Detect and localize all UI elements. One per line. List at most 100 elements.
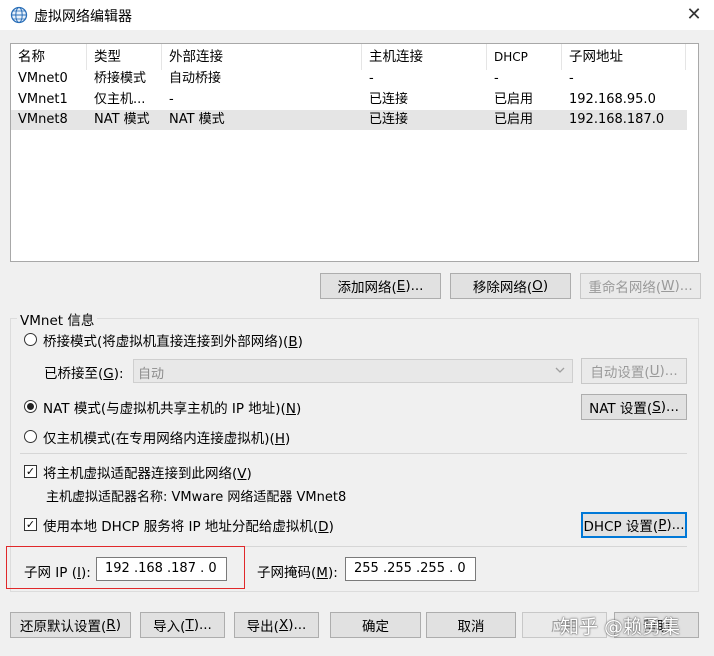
column-header-dhcp[interactable]: DHCP <box>487 44 562 70</box>
use-dhcp-checkbox[interactable]: ✓ <box>24 518 37 531</box>
label-tail: ) <box>328 519 334 535</box>
cell-dhcp: 已启用 <box>494 92 534 107</box>
host-only-radio[interactable] <box>24 430 37 443</box>
column-header-name[interactable]: 名称 <box>11 44 87 70</box>
bridged-to-label: 已桥接至(G): <box>44 362 124 382</box>
button-label-tail: ) <box>542 278 549 294</box>
label-text: 使用本地 DHCP 服务将 IP 地址分配给虚拟机( <box>43 519 319 535</box>
access-key: M <box>316 565 328 581</box>
label-text: 桥接模式(将虚拟机直接连接到外部网络)( <box>43 334 289 350</box>
table-row-selected[interactable]: VMnet8 NAT 模式 NAT 模式 已连接 已启用 192.168.187… <box>11 110 687 130</box>
separator <box>20 453 687 454</box>
add-network-button[interactable]: 添加网络(E)... <box>320 273 441 299</box>
host-only-label[interactable]: 仅主机模式(在专用网络内连接虚拟机)(H) <box>43 427 290 447</box>
button-label: 导出( <box>246 619 279 635</box>
button-label: 重命名网络( <box>588 280 662 296</box>
label-tail: ) <box>297 334 303 350</box>
label-tail: ): <box>113 366 124 382</box>
label-text: 子网掩码( <box>257 565 317 581</box>
use-dhcp-label[interactable]: 使用本地 DHCP 服务将 IP 地址分配给虚拟机(D) <box>43 515 334 535</box>
label-tail: ) <box>246 466 252 482</box>
access-key: N <box>285 401 296 417</box>
import-button[interactable]: 导入(T)... <box>140 612 225 638</box>
cell-type: NAT 模式 <box>94 112 150 127</box>
cancel-button[interactable]: 取消 <box>426 612 516 638</box>
vmnet-info-title: VMnet 信息 <box>17 309 98 329</box>
connect-adapter-label[interactable]: 将主机虚拟适配器连接到此网络(V) <box>43 462 252 482</box>
label-text: NAT 模式(与虚拟机共享主机的 IP 地址)( <box>43 401 286 417</box>
nat-mode-radio[interactable] <box>24 400 37 413</box>
label-tail: ): <box>80 565 91 581</box>
table-row[interactable]: VMnet0 桥接模式 自动桥接 - - - <box>11 69 687 89</box>
button-label: 添加网络( <box>337 280 397 296</box>
cell-name: VMnet0 <box>18 71 68 86</box>
cell-dhcp: 已启用 <box>494 112 534 127</box>
button-label: DHCP 设置( <box>583 519 659 535</box>
restore-defaults-button[interactable]: 还原默认设置(R) <box>10 612 131 638</box>
button-label: 移除网络( <box>472 280 533 296</box>
button-label-tail: )... <box>666 517 685 533</box>
window-title: 虚拟网络编辑器 <box>34 9 132 25</box>
button-label-tail: )... <box>674 278 693 294</box>
cell-name: VMnet8 <box>18 112 68 127</box>
export-button[interactable]: 导出(X)... <box>234 612 319 638</box>
access-key: U <box>649 363 660 379</box>
dhcp-settings-button[interactable]: DHCP 设置(P)... <box>581 512 687 538</box>
column-header-host[interactable]: 主机连接 <box>362 44 487 70</box>
cell-name: VMnet1 <box>18 92 68 107</box>
bridge-mode-label[interactable]: 桥接模式(将虚拟机直接连接到外部网络)(B) <box>43 330 303 350</box>
cell-dhcp: - <box>494 71 499 86</box>
label-text: 仅主机模式(在专用网络内连接虚拟机)( <box>43 431 275 447</box>
access-key: P <box>658 517 667 533</box>
connect-adapter-checkbox[interactable]: ✓ <box>24 465 37 478</box>
nat-mode-label[interactable]: NAT 模式(与虚拟机共享主机的 IP 地址)(N) <box>43 397 301 417</box>
chevron-down-icon <box>554 363 566 381</box>
close-icon[interactable]: ✕ <box>674 0 714 28</box>
nat-settings-button[interactable]: NAT 设置(S)... <box>581 394 687 420</box>
subnet-mask-label: 子网掩码(M): <box>257 561 338 581</box>
access-key: H <box>274 431 285 447</box>
cell-external: NAT 模式 <box>169 112 225 127</box>
bridged-to-select[interactable]: 自动 <box>133 359 573 383</box>
button-label-tail: )... <box>288 617 307 633</box>
cell-external: 自动桥接 <box>169 71 222 86</box>
auto-settings-button[interactable]: 自动设置(U)... <box>581 358 687 384</box>
remove-network-button[interactable]: 移除网络(O) <box>450 273 571 299</box>
label-tail: ) <box>284 431 291 447</box>
bridge-mode-radio[interactable] <box>24 333 37 346</box>
column-header-type[interactable]: 类型 <box>87 44 162 70</box>
subnet-ip-input[interactable]: 192 .168 .187 . 0 <box>96 557 227 581</box>
bridged-to-value: 自动 <box>138 367 165 382</box>
cell-host: - <box>369 71 374 86</box>
watermark: 知乎 @赖勇集 <box>560 616 681 638</box>
access-key: R <box>106 617 116 633</box>
access-key: D <box>318 519 329 535</box>
button-label: 自动设置( <box>590 365 650 381</box>
table-row[interactable]: VMnet1 仅主机... - 已连接 已启用 192.168.95.0 <box>11 90 687 110</box>
ok-button[interactable]: 确定 <box>330 612 421 638</box>
access-key: S <box>652 399 661 415</box>
access-key: E <box>396 278 406 294</box>
cell-host: 已连接 <box>369 92 409 107</box>
label-text: 将主机虚拟适配器连接到此网络( <box>43 466 238 482</box>
access-key: G <box>103 366 114 382</box>
access-key: V <box>237 466 247 482</box>
label-tail: ): <box>327 565 338 581</box>
button-label: 还原默认设置( <box>20 619 107 635</box>
cell-type: 仅主机... <box>94 92 146 107</box>
cell-external: - <box>169 92 174 107</box>
cell-subnet: 192.168.187.0 <box>569 112 665 127</box>
access-key: T <box>185 617 194 633</box>
cell-subnet: - <box>569 71 574 86</box>
label-text: 子网 IP ( <box>24 565 77 581</box>
column-header-external[interactable]: 外部连接 <box>162 44 362 70</box>
button-label-tail: )... <box>659 363 678 379</box>
access-key: O <box>532 278 543 294</box>
cell-subnet: 192.168.95.0 <box>569 92 656 107</box>
rename-network-button[interactable]: 重命名网络(W)... <box>580 273 701 299</box>
network-table: 名称 类型 外部连接 主机连接 DHCP 子网地址 VMnet0 桥接模式 自动… <box>10 43 699 262</box>
subnet-mask-input[interactable]: 255 .255 .255 . 0 <box>345 557 476 581</box>
button-label: 导入( <box>153 619 186 635</box>
button-label-tail: ) <box>115 617 121 633</box>
column-header-subnet[interactable]: 子网地址 <box>562 44 686 70</box>
